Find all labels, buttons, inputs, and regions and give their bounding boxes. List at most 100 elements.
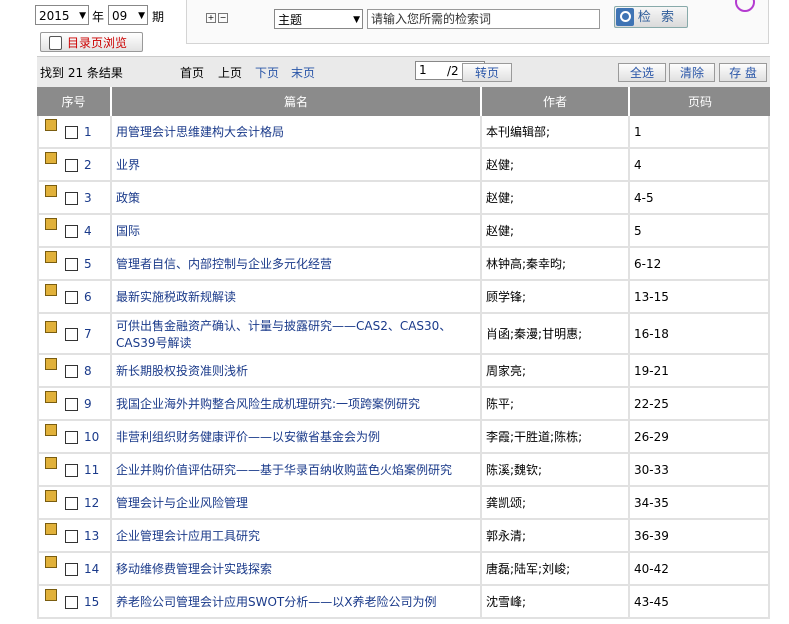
row-number-cell: 2	[37, 149, 112, 182]
document-icon[interactable]	[45, 489, 57, 502]
document-icon[interactable]	[45, 390, 57, 403]
row-number-link[interactable]: 9	[84, 397, 92, 411]
article-title-link[interactable]: 移动维修费管理会计实践探索	[116, 562, 272, 576]
pages-text: 1	[634, 124, 642, 139]
document-icon[interactable]	[45, 250, 57, 263]
document-icon[interactable]	[45, 522, 57, 535]
row-checkbox[interactable]	[65, 562, 78, 576]
row-number-link[interactable]: 1	[84, 125, 92, 139]
article-title-link[interactable]: 用管理会计思维建构大会计格局	[116, 125, 284, 139]
author-text: 唐磊;陆军;刘峻;	[486, 562, 571, 576]
select-all-button[interactable]: 全选	[618, 63, 666, 82]
row-checkbox[interactable]	[65, 125, 78, 139]
article-title-link[interactable]: 养老险公司管理会计应用SWOT分析——以X养老险公司为例	[116, 595, 436, 609]
issue-value: 09	[112, 9, 128, 23]
article-title-link[interactable]: 可供出售金融资产确认、计量与披露研究——CAS2、CAS30、CAS39号解读	[116, 319, 451, 350]
col-header-number: 序号	[37, 87, 112, 116]
table-row: 2 业界 赵健; 4	[37, 149, 770, 182]
pages-cell: 36-39	[630, 520, 770, 553]
author-text: 李霞;干胜道;陈栋;	[486, 430, 583, 444]
row-checkbox[interactable]	[65, 430, 78, 444]
next-page-link[interactable]: 下页	[255, 64, 279, 81]
pages-cell: 4-5	[630, 182, 770, 215]
results-table: 序号 篇名 作者 页码 1 用管理会计思维建构大会计格局 本刊编辑部; 1 2 业界 赵健;…	[37, 87, 770, 619]
article-title-link[interactable]: 业界	[116, 158, 140, 172]
add-remove-condition[interactable]: + −	[206, 13, 230, 23]
article-title-link[interactable]: 管理者自信、内部控制与企业多元化经营	[116, 257, 332, 271]
pages-text: 26-29	[634, 429, 669, 444]
search-field-select[interactable]: 主题 ▼	[274, 9, 363, 29]
row-number-link[interactable]: 4	[84, 224, 92, 238]
row-number-link[interactable]: 8	[84, 364, 92, 378]
row-checkbox[interactable]	[65, 463, 78, 477]
article-title-link[interactable]: 管理会计与企业风险管理	[116, 496, 248, 510]
article-title-link[interactable]: 我国企业海外并购整合风险生成机理研究:一项跨案例研究	[116, 397, 420, 411]
row-checkbox[interactable]	[65, 257, 78, 271]
pages-cell: 4	[630, 149, 770, 182]
article-title-link[interactable]: 企业管理会计应用工具研究	[116, 529, 260, 543]
row-number-link[interactable]: 2	[84, 158, 92, 172]
year-value: 2015	[39, 9, 70, 23]
row-number-link[interactable]: 6	[84, 290, 92, 304]
document-icon[interactable]	[45, 423, 57, 436]
row-checkbox[interactable]	[65, 158, 78, 172]
article-title-link[interactable]: 政策	[116, 191, 140, 205]
first-page-link[interactable]: 首页	[180, 64, 204, 81]
article-title-link[interactable]: 企业并购价值评估研究——基于华录百纳收购蓝色火焰案例研究	[116, 463, 452, 477]
year-select[interactable]: 2015 ▼	[35, 5, 89, 25]
save-button[interactable]: 存 盘	[719, 63, 767, 82]
row-number-link[interactable]: 14	[84, 562, 99, 576]
pages-text: 34-35	[634, 495, 669, 510]
row-checkbox[interactable]	[65, 290, 78, 304]
row-checkbox[interactable]	[65, 496, 78, 510]
row-number-cell: 5	[37, 248, 112, 281]
row-checkbox[interactable]	[65, 595, 78, 609]
prev-page-link[interactable]: 上页	[218, 64, 242, 81]
document-icon[interactable]	[45, 283, 57, 296]
col-header-title: 篇名	[112, 87, 482, 116]
row-number-link[interactable]: 13	[84, 529, 99, 543]
document-icon[interactable]	[45, 588, 57, 601]
row-checkbox[interactable]	[65, 364, 78, 378]
article-title-link[interactable]: 新长期股权投资准则浅析	[116, 364, 248, 378]
pages-text: 43-45	[634, 594, 669, 609]
page-total: /2	[447, 64, 459, 78]
pages-cell: 6-12	[630, 248, 770, 281]
issue-select[interactable]: 09 ▼	[108, 5, 148, 25]
search-input[interactable]: 请输入您所需的检索词	[367, 9, 600, 29]
article-title-link[interactable]: 非营利组织财务健康评价——以安徽省基金会为例	[116, 430, 380, 444]
row-number-link[interactable]: 10	[84, 430, 99, 444]
author-cell: 赵健;	[482, 182, 630, 215]
row-checkbox[interactable]	[65, 191, 78, 205]
pages-cell: 40-42	[630, 553, 770, 586]
minus-icon[interactable]: −	[218, 13, 228, 23]
document-icon[interactable]	[45, 217, 57, 230]
document-icon[interactable]	[45, 151, 57, 164]
plus-icon[interactable]: +	[206, 13, 216, 23]
row-number-link[interactable]: 5	[84, 257, 92, 271]
row-number-link[interactable]: 7	[84, 327, 92, 341]
row-checkbox[interactable]	[65, 529, 78, 543]
document-icon[interactable]	[45, 184, 57, 197]
row-number-link[interactable]: 12	[84, 496, 99, 510]
document-icon[interactable]	[45, 357, 57, 370]
clear-button[interactable]: 清除	[669, 63, 715, 82]
article-title-link[interactable]: 国际	[116, 224, 140, 238]
go-page-button[interactable]: 转页	[462, 63, 512, 82]
last-page-link[interactable]: 末页	[291, 64, 315, 81]
row-checkbox[interactable]	[65, 397, 78, 411]
row-number-link[interactable]: 3	[84, 191, 92, 205]
row-number-link[interactable]: 11	[84, 463, 99, 477]
author-cell: 龚凯颂;	[482, 487, 630, 520]
document-icon[interactable]	[45, 320, 57, 333]
row-number-link[interactable]: 15	[84, 595, 99, 609]
row-checkbox[interactable]	[65, 327, 78, 341]
catalog-browse-button[interactable]: 目录页浏览	[40, 32, 143, 52]
article-title-link[interactable]: 最新实施税政新规解读	[116, 290, 236, 304]
search-button[interactable]: 检 索	[614, 6, 688, 28]
catalog-browse-label: 目录页浏览	[67, 36, 128, 50]
document-icon[interactable]	[45, 456, 57, 469]
row-checkbox[interactable]	[65, 224, 78, 238]
document-icon[interactable]	[45, 555, 57, 568]
document-icon[interactable]	[45, 118, 57, 131]
